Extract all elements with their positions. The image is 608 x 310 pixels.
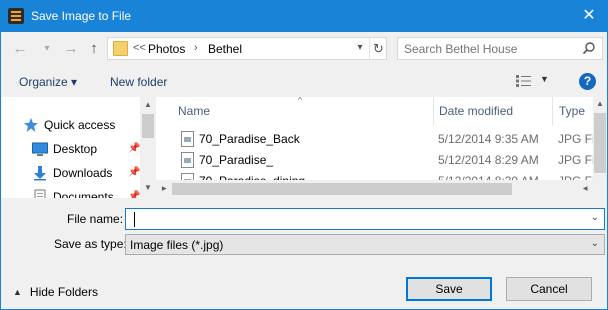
search-input[interactable] [404,41,574,57]
view-options-icon[interactable] [516,75,532,87]
pin-icon: 📌 [128,167,141,178]
file-date: 5/12/2014 9:35 AM [438,132,539,146]
app-icon [8,8,24,24]
nav-item-documents[interactable]: Documents [32,187,114,198]
column-divider[interactable] [433,97,434,125]
nav-item-label: Documents [53,190,114,198]
filename-input[interactable] [130,212,570,227]
sort-ascending-icon: ^ [298,97,303,105]
column-header-type[interactable]: Type [559,104,585,118]
star-icon [23,117,39,133]
scroll-right-arrow[interactable]: ▲ [581,181,590,197]
desktop-icon [32,141,48,157]
scroll-up-arrow[interactable]: ▲ [592,99,607,108]
download-icon [32,165,48,181]
help-icon[interactable]: ? [579,73,596,90]
browser-content: Quick access Desktop 📌 Downloads 📌 Docum… [1,97,607,198]
file-row[interactable]: 70_Paradise_ 5/12/2014 8:29 AM JPG File [156,150,604,170]
chevron-down-icon[interactable]: ⌄ [591,212,599,223]
chevron-down-icon[interactable]: ⌄ [591,238,599,249]
nav-item-quick-access[interactable]: Quick access [23,115,115,135]
cancel-button[interactable]: Cancel [506,277,592,301]
navigation-pane: Quick access Desktop 📌 Downloads 📌 Docum… [1,97,156,198]
column-header-name[interactable]: Name [178,104,210,118]
window-title: Save Image to File [31,9,132,23]
nav-item-desktop[interactable]: Desktop [32,139,97,159]
nav-item-label: Desktop [53,142,98,156]
nav-item-label: Downloads [53,166,113,180]
savetype-value: Image files (*.jpg) [130,238,224,252]
scroll-down-arrow[interactable]: ▼ [140,183,156,192]
forward-button[interactable]: → [61,39,81,59]
scroll-left-arrow[interactable]: ▼ [160,181,169,197]
up-button[interactable]: ↑ [84,39,104,59]
file-date: 5/12/2014 8:29 AM [438,153,539,167]
filename-label: File name: [67,212,124,226]
savetype-select[interactable]: Image files (*.jpg) ⌄ [125,234,605,255]
file-name: 70_Paradise_Back [199,132,300,146]
savetype-label: Save as type: [54,237,127,251]
file-row[interactable]: 70_Paradise_Back 5/12/2014 9:35 AM JPG F… [156,129,604,149]
breadcrumb-overflow[interactable]: << [133,42,146,54]
hide-folders-button[interactable]: ▲ Hide Folders [13,285,98,299]
breadcrumb-photos[interactable]: Photos [148,42,185,56]
organize-menu[interactable]: Organize ▾ [19,75,77,89]
scrollbar-thumb[interactable] [172,183,512,195]
address-dropdown-button[interactable]: ▾ [351,38,369,59]
folder-icon [113,41,128,56]
save-dialog: Save Image to File ✕ ← ▾ → ↑ << Photos ›… [0,0,608,310]
nav-item-label: Quick access [44,118,116,132]
scroll-up-arrow[interactable]: ▲ [140,100,156,109]
close-button[interactable]: ✕ [571,1,607,32]
documents-icon [32,189,48,198]
image-file-icon [181,131,194,147]
scrollbar-thumb[interactable] [594,113,606,173]
recent-locations-dropdown[interactable]: ▾ [37,39,57,59]
pin-icon: 📌 [128,191,141,198]
view-options-dropdown[interactable]: ▼ [540,74,549,84]
new-folder-button[interactable]: New folder [110,75,167,89]
hide-folders-label: Hide Folders [29,285,98,299]
text-cursor [134,212,135,227]
breadcrumb-bethel[interactable]: Bethel [208,42,242,56]
navigation-scrollbar[interactable]: ▲ ▼ [140,97,156,198]
file-name: 70_Paradise_ [199,153,274,167]
breadcrumb-separator[interactable]: › [194,42,198,54]
scrollbar-thumb[interactable] [142,114,154,138]
file-list: ^ Name Date modified Type 70_Paradise_Ba… [156,97,607,198]
image-file-icon [181,152,194,168]
refresh-button[interactable]: ↻ [369,38,387,59]
search-icon[interactable] [582,41,596,55]
title-bar: Save Image to File ✕ [1,1,607,32]
pin-icon: 📌 [128,143,141,154]
search-box[interactable] [397,37,603,60]
chevron-up-icon: ▲ [13,287,22,297]
horizontal-scrollbar[interactable]: ▼ ▲ [156,180,593,198]
nav-item-downloads[interactable]: Downloads [32,163,112,183]
column-header-date[interactable]: Date modified [439,104,513,118]
save-button[interactable]: Save [406,277,492,301]
vertical-scrollbar[interactable]: ▲ [593,97,607,198]
column-divider[interactable] [552,97,553,125]
filename-combobox[interactable]: ⌄ [125,208,605,230]
back-button[interactable]: ← [10,39,30,59]
address-bar[interactable]: << Photos › Bethel ▾ ↻ [107,37,387,60]
